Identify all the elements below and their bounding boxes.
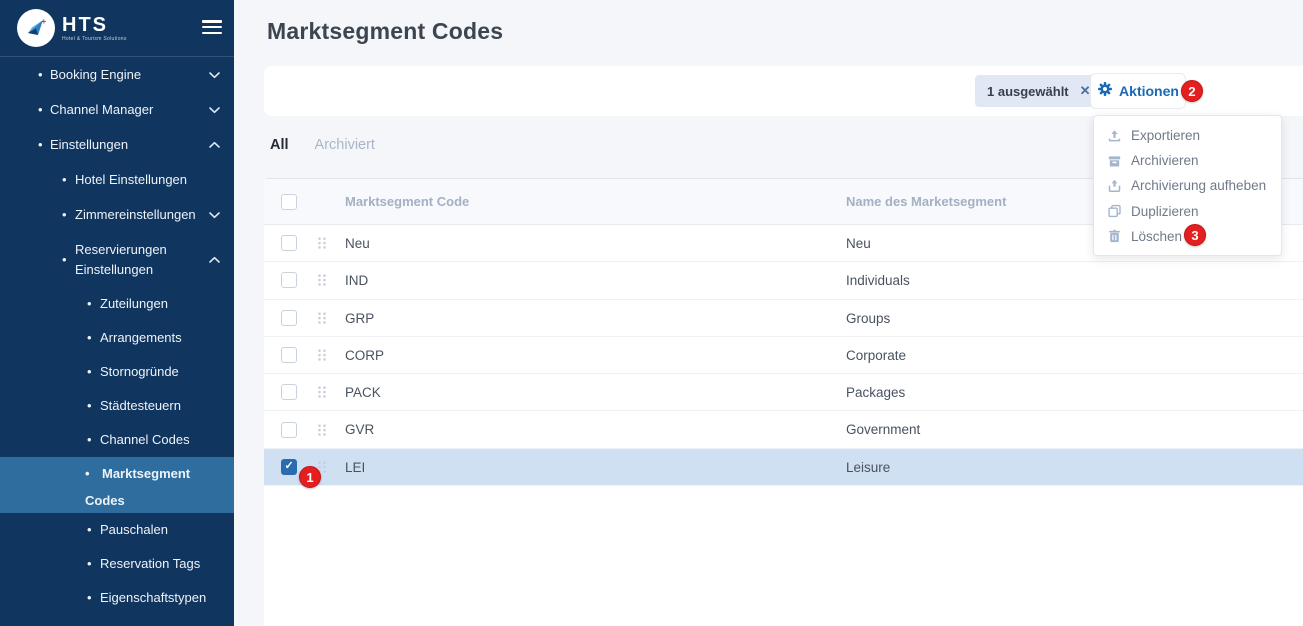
drag-handle-icon[interactable]: [317, 423, 327, 436]
toolbar: 1 ausgewählt ✕ Aktionen: [264, 66, 1303, 116]
menu-item-exportieren[interactable]: Exportieren: [1094, 123, 1281, 148]
cell-marktsegment-code: LEI: [345, 449, 365, 486]
chevron-down-icon: [209, 106, 220, 113]
selection-count-label: 1 ausgewählt: [987, 84, 1069, 99]
hts-logo: +: [17, 9, 55, 47]
app-window: + HTS Hotel & Tourism Solutions •Booking…: [0, 0, 1303, 626]
annotation-badge-1: 1: [299, 466, 321, 488]
sidebar-item-stornogruende[interactable]: •Stornogründe: [0, 355, 234, 389]
table-row[interactable]: CORP Corporate: [264, 337, 1303, 374]
row-checkbox[interactable]: [281, 272, 297, 288]
menu-item-archivierung-aufheben[interactable]: Archivierung aufheben: [1094, 173, 1281, 198]
cell-marketsegment-name: Packages: [846, 374, 905, 411]
drag-handle-icon[interactable]: [317, 311, 327, 324]
selection-chip: 1 ausgewählt ✕: [975, 75, 1103, 107]
chevron-down-icon: [209, 71, 220, 78]
menu-item-archivieren[interactable]: Archivieren: [1094, 148, 1281, 173]
cell-marketsegment-name: Corporate: [846, 337, 906, 374]
sidebar-nav: •Booking Engine •Channel Manager •Einste…: [0, 57, 234, 615]
sidebar-item-channel-codes[interactable]: •Channel Codes: [0, 423, 234, 457]
sidebar: + HTS Hotel & Tourism Solutions •Booking…: [0, 0, 234, 626]
page-title: Marktsegment Codes: [267, 18, 503, 45]
annotation-badge-3: 3: [1184, 224, 1206, 246]
row-checkbox[interactable]: [281, 422, 297, 438]
sidebar-item-reservierungen-einstellungen[interactable]: •Reservierungen Einstellungen: [0, 232, 234, 287]
chevron-up-icon: [209, 256, 220, 263]
table-row[interactable]: GVR Government: [264, 411, 1303, 448]
sidebar-item-zimmereinstellungen[interactable]: •Zimmereinstellungen: [0, 197, 234, 232]
cell-marktsegment-code: IND: [345, 262, 368, 299]
cell-marketsegment-name: Government: [846, 411, 920, 448]
cell-marktsegment-code: GVR: [345, 411, 374, 448]
hamburger-menu-icon[interactable]: [202, 20, 222, 36]
row-checkbox[interactable]: [281, 459, 297, 475]
tab-archiviert[interactable]: Archiviert: [315, 137, 375, 153]
sidebar-item-reservation-tags[interactable]: •Reservation Tags: [0, 547, 234, 581]
main-content: Marktsegment Codes 1 ausgewählt ✕ Aktion…: [234, 0, 1303, 626]
tab-all[interactable]: All: [270, 137, 289, 153]
sidebar-item-marktsegment-codes[interactable]: •Marktsegment Codes: [0, 457, 234, 513]
chevron-down-icon: [209, 211, 220, 218]
table-body: Neu Neu IND Individuals GRP: [264, 225, 1303, 486]
table-row[interactable]: IND Individuals: [264, 262, 1303, 299]
cell-marketsegment-name: Groups: [846, 300, 890, 337]
column-header-name: Name des Marketsegment: [846, 179, 1006, 225]
clear-selection-icon[interactable]: ✕: [1080, 83, 1091, 99]
sidebar-item-hotel-einstellungen[interactable]: •Hotel Einstellungen: [0, 162, 234, 197]
column-header-code: Marktsegment Code: [345, 179, 469, 225]
sidebar-item-eigenschaftstypen[interactable]: •Eigenschaftstypen: [0, 581, 234, 615]
sidebar-item-einstellungen[interactable]: •Einstellungen: [0, 127, 234, 162]
menu-item-duplizieren[interactable]: Duplizieren: [1094, 199, 1281, 224]
cell-marketsegment-name: Neu: [846, 225, 871, 262]
brand-name: HTS: [62, 15, 127, 35]
drag-handle-icon[interactable]: [317, 237, 327, 250]
select-all-checkbox[interactable]: [281, 194, 297, 210]
sidebar-item-pauschalen[interactable]: •Pauschalen: [0, 513, 234, 547]
sidebar-item-staedtesteuern[interactable]: •Städtesteuern: [0, 389, 234, 423]
archive-icon: [1107, 154, 1122, 168]
table-row[interactable]: PACK Packages: [264, 374, 1303, 411]
export-icon: [1107, 129, 1122, 143]
actions-button[interactable]: Aktionen: [1090, 73, 1186, 109]
cell-marktsegment-code: CORP: [345, 337, 384, 374]
sidebar-item-channel-manager[interactable]: •Channel Manager: [0, 92, 234, 127]
row-checkbox[interactable]: [281, 384, 297, 400]
cell-marktsegment-code: PACK: [345, 374, 381, 411]
duplicate-icon: [1107, 204, 1122, 218]
drag-handle-icon[interactable]: [317, 274, 327, 287]
chevron-up-icon: [209, 141, 220, 148]
sidebar-item-arrangements[interactable]: •Arrangements: [0, 321, 234, 355]
table-row[interactable]: GRP Groups: [264, 300, 1303, 337]
row-checkbox[interactable]: [281, 235, 297, 251]
paper-plane-icon: +: [24, 16, 48, 40]
drag-handle-icon[interactable]: [317, 386, 327, 399]
gear-icon: [1097, 81, 1113, 102]
sidebar-item-booking-engine[interactable]: •Booking Engine: [0, 57, 234, 92]
cell-marketsegment-name: Leisure: [846, 449, 890, 486]
sidebar-item-zuteilungen[interactable]: •Zuteilungen: [0, 287, 234, 321]
brand-subtitle: Hotel & Tourism Solutions: [62, 37, 127, 42]
annotation-badge-2: 2: [1181, 80, 1203, 102]
cell-marketsegment-name: Individuals: [846, 262, 910, 299]
drag-handle-icon[interactable]: [317, 349, 327, 362]
cell-marktsegment-code: GRP: [345, 300, 374, 337]
row-checkbox[interactable]: [281, 310, 297, 326]
table-row[interactable]: LEI Leisure: [264, 449, 1303, 486]
actions-button-label: Aktionen: [1119, 83, 1179, 99]
logo-band: + HTS Hotel & Tourism Solutions: [0, 0, 234, 57]
row-checkbox[interactable]: [281, 347, 297, 363]
unarchive-icon: [1107, 179, 1122, 193]
brand-block: HTS Hotel & Tourism Solutions: [62, 15, 127, 42]
trash-icon: [1107, 229, 1122, 243]
svg-text:+: +: [42, 17, 47, 26]
filter-tabs: All Archiviert: [270, 137, 375, 153]
cell-marktsegment-code: Neu: [345, 225, 370, 262]
